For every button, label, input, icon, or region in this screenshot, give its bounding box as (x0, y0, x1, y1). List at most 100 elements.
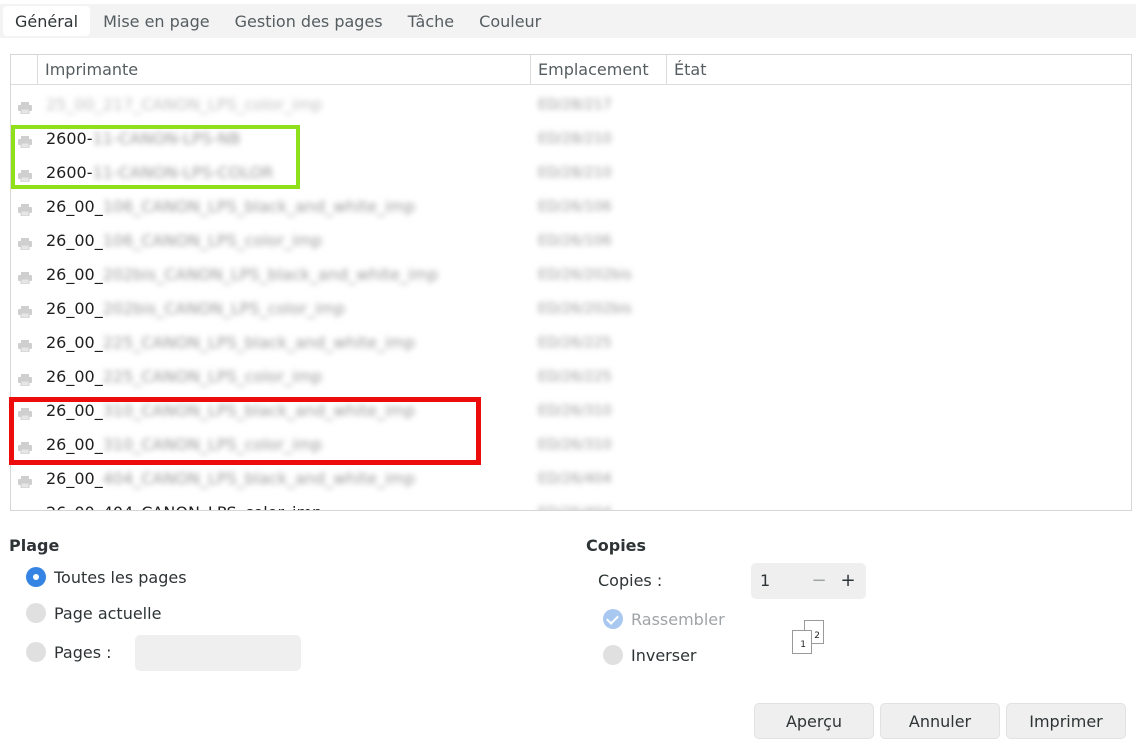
printer-icon (18, 99, 32, 115)
printer-name-redacted: 202bis_CANON_LPS_black_and_white_imp (102, 265, 439, 284)
copies-increment-button[interactable]: + (838, 563, 858, 599)
printer-row[interactable]: 26_00_106_CANON_LPS_color_imp ED/26/106 (11, 224, 1131, 258)
radio-current-page-label: Page actuelle (54, 603, 162, 623)
range-all-pages[interactable]: Toutes les pages (26, 567, 187, 587)
printer-row[interactable]: 2600-11-CANON-LPS-COLOR ED/28/210 (11, 156, 1131, 190)
copies-spinbutton[interactable]: 1 − + (751, 563, 866, 599)
printer-name: 26_00_225_CANON_LPS_black_and_white_imp (46, 326, 415, 360)
printer-name-prefix: 26_00_404_CANON_LPS_color_imp (46, 503, 322, 510)
printer-name-redacted: 225_CANON_LPS_black_and_white_imp (102, 333, 416, 352)
column-header-location[interactable]: Emplacement (531, 55, 667, 85)
radio-pages[interactable] (26, 642, 46, 662)
printer-name-prefix: 26_00_ (46, 197, 103, 216)
printer-location: ED/26/106 (538, 199, 612, 215)
printer-location: ED/26/106 (538, 233, 612, 249)
printer-name: 26_00_106_CANON_LPS_black_and_white_imp (46, 190, 415, 224)
printer-row[interactable]: 26_00_106_CANON_LPS_black_and_white_imp E… (11, 190, 1131, 224)
printer-name-redacted: 225_CANON_LPS_color_imp (102, 367, 323, 386)
printer-name-prefix: 26_00_ (46, 367, 103, 386)
printer-location: ED/26/225 (538, 335, 612, 351)
reverse-option[interactable]: Inverser (603, 645, 697, 665)
printer-icon (18, 337, 32, 353)
column-header-printer[interactable]: Imprimante (38, 55, 531, 85)
printer-name: 26_00_225_CANON_LPS_color_imp (46, 360, 322, 394)
cancel-button[interactable]: Annuler (880, 703, 1000, 739)
printer-location: ED/28/210 (538, 131, 612, 147)
printer-name-prefix: 26_00_ (46, 299, 103, 318)
printer-icon (18, 473, 32, 489)
printer-row[interactable]: 26_00_225_CANON_LPS_color_imp ED/26/225 (11, 360, 1131, 394)
printer-row[interactable]: 26_00_310_CANON_LPS_black_and_white_imp E… (11, 394, 1131, 428)
radio-all-pages[interactable] (26, 567, 46, 587)
printer-name-redacted: 310_CANON_LPS_black_and_white_imp (102, 401, 416, 420)
copies-title: Copies (586, 536, 647, 555)
print-button[interactable]: Imprimer (1006, 703, 1126, 739)
printer-icon (18, 235, 32, 251)
collate-checkbox[interactable] (603, 609, 623, 629)
printer-name: 26_00_202bis_CANON_LPS_color_imp (46, 292, 345, 326)
pages-input[interactable] (135, 635, 301, 671)
copies-value[interactable]: 1 (760, 563, 770, 599)
printer-row[interactable]: 26_00_404_CANON_LPS_black_and_white_imp E… (11, 462, 1131, 496)
printer-name-redacted: 202bis_CANON_LPS_color_imp (102, 299, 346, 318)
printer-row[interactable]: 26_00_225_CANON_LPS_black_and_white_imp E… (11, 326, 1131, 360)
printer-name-redacted: 106_CANON_LPS_black_and_white_imp (102, 197, 416, 216)
printer-name-redacted: 404_CANON_LPS_black_and_white_imp (102, 469, 416, 488)
printer-name-prefix: 26_00_ (46, 231, 103, 250)
column-header-state[interactable]: État (667, 55, 1127, 85)
reverse-checkbox[interactable] (603, 645, 623, 665)
printer-name-prefix: 26_00_ (46, 401, 103, 420)
printer-icon (18, 303, 32, 319)
printer-name-redacted: 11-CANON-LPS-NB (92, 129, 241, 148)
radio-current-page[interactable] (26, 603, 46, 623)
tab-general[interactable]: Général (3, 6, 91, 36)
printer-name-prefix: 2600- (46, 129, 93, 148)
printer-name: 26_00_202bis_CANON_LPS_black_and_white_i… (46, 258, 438, 292)
printer-name: 2600-11-CANON-LPS-COLOR (46, 156, 273, 190)
copies-decrement-button[interactable]: − (809, 563, 829, 599)
reverse-label: Inverser (631, 645, 697, 665)
printer-name: 26_00_106_CANON_LPS_color_imp (46, 224, 322, 258)
printer-row[interactable]: 26_00_202bis_CANON_LPS_black_and_white_i… (11, 258, 1131, 292)
printer-location: ED/26/202bis (538, 301, 632, 317)
tab-page-handling[interactable]: Gestion des pages (223, 6, 395, 36)
printer-name-prefix: 26_00_ (46, 265, 103, 284)
printer-location: ED/28/210 (538, 165, 612, 181)
printer-row[interactable]: 26_00_310_CANON_LPS_color_imp ED/26/310 (11, 428, 1131, 462)
printer-name: 26_00_404_CANON_LPS_color_imp (46, 496, 322, 510)
range-pages[interactable]: Pages : (26, 642, 112, 662)
copies-label: Copies : (598, 571, 663, 590)
tab-color[interactable]: Couleur (467, 6, 553, 36)
printer-row[interactable]: 25_00_217_CANON_LPS_color_imp ED/28/217 (11, 88, 1131, 122)
printer-name-redacted: 11-CANON-LPS-COLOR (92, 163, 274, 182)
printer-icon (18, 371, 32, 387)
printer-row[interactable]: 26_00_404_CANON_LPS_color_imp ED/26/404 (11, 496, 1131, 510)
sheet-front: 1 (792, 630, 812, 654)
printer-name-prefix: 26_00_ (46, 333, 103, 352)
collate-option[interactable]: Rassembler (603, 609, 725, 629)
printer-row[interactable]: 2600-11-CANON-LPS-NB ED/28/210 (11, 122, 1131, 156)
printer-list[interactable]: Imprimante Emplacement État 25_00_217_CA… (10, 54, 1132, 511)
printer-icon (18, 507, 32, 510)
tab-job[interactable]: Tâche (396, 6, 467, 36)
tab-page-setup[interactable]: Mise en page (91, 6, 222, 36)
printer-name: 26_00_310_CANON_LPS_black_and_white_imp (46, 394, 415, 428)
printer-name-prefix: 2600- (46, 163, 93, 182)
printer-name-redacted: 106_CANON_LPS_color_imp (102, 231, 323, 250)
printer-name: 25_00_217_CANON_LPS_color_imp (46, 88, 322, 122)
printer-list-header: Imprimante Emplacement État (11, 55, 1131, 85)
printer-icon (18, 269, 32, 285)
printer-location: ED/26/225 (538, 369, 612, 385)
collate-preview-icon: 2 1 (792, 620, 826, 658)
printer-row[interactable]: 26_00_202bis_CANON_LPS_color_imp ED/26/20… (11, 292, 1131, 326)
printer-name-prefix: 26_00_ (46, 469, 103, 488)
range-current-page[interactable]: Page actuelle (26, 603, 161, 623)
printer-name: 26_00_310_CANON_LPS_color_imp (46, 428, 322, 462)
printer-name: 2600-11-CANON-LPS-NB (46, 122, 241, 156)
printer-location: ED/26/310 (538, 403, 612, 419)
preview-button[interactable]: Aperçu (754, 703, 874, 739)
printer-location: ED/26/404 (538, 471, 612, 487)
printer-location: ED/26/202bis (538, 267, 632, 283)
printer-location: ED/26/404 (538, 496, 612, 510)
collate-label: Rassembler (631, 609, 725, 629)
